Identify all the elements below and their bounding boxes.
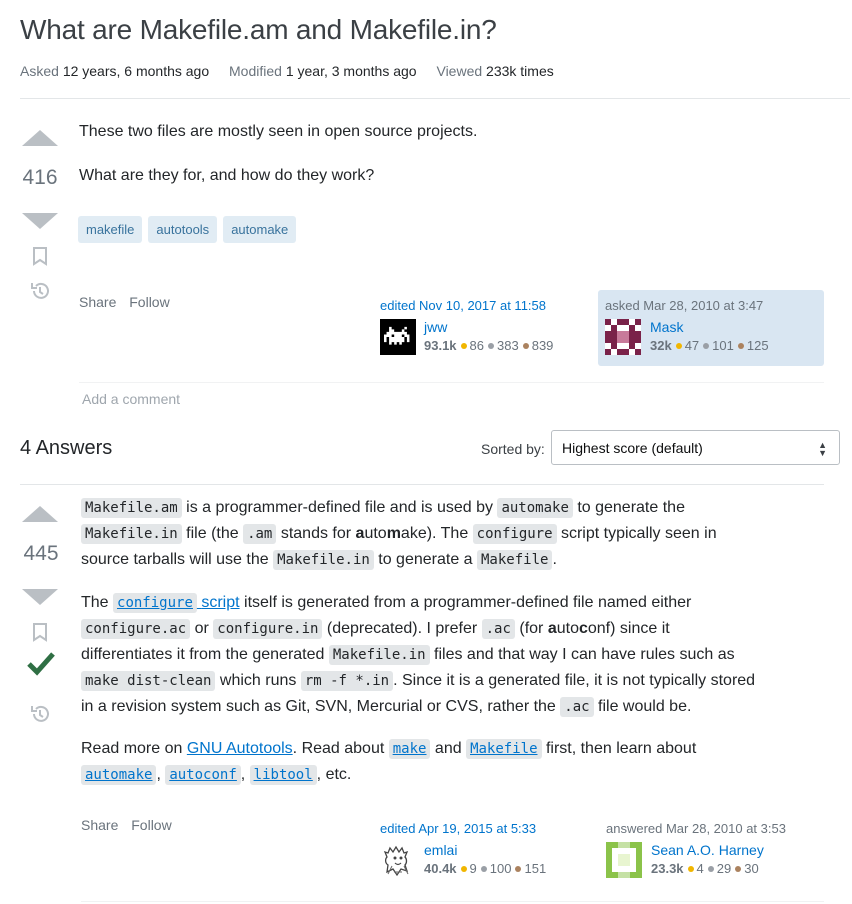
header-divider bbox=[20, 98, 850, 99]
viewed-label: Viewed bbox=[436, 63, 483, 79]
share-link[interactable]: Share bbox=[79, 294, 116, 310]
question-upvote-button[interactable] bbox=[22, 130, 58, 146]
bookmark-icon[interactable] bbox=[31, 246, 49, 271]
make-link[interactable]: make bbox=[388, 739, 431, 759]
tag-automake[interactable]: automake bbox=[223, 216, 297, 243]
owner-username[interactable]: Sean A.O. Harney bbox=[651, 842, 764, 858]
answer-owner-card: answered Mar 28, 2010 at 3:53 Sean A.O. … bbox=[606, 821, 826, 878]
editor-username[interactable]: jww bbox=[424, 319, 553, 335]
answer-comment-divider bbox=[81, 901, 824, 902]
user-avatar-emlai[interactable] bbox=[380, 842, 416, 878]
accepted-checkmark-icon bbox=[26, 650, 56, 683]
owner-reputation: 32k 47 101 125 bbox=[650, 338, 769, 353]
sort-label: Sorted by: bbox=[481, 441, 545, 457]
answer-upvote-button[interactable] bbox=[22, 506, 58, 522]
question-owner-card: asked Mar 28, 2010 at 3:47 Mask 32k 47 101… bbox=[598, 290, 824, 366]
makefile-link[interactable]: Makefile bbox=[466, 739, 542, 759]
viewed-value: 233k times bbox=[486, 63, 554, 79]
tag-makefile[interactable]: makefile bbox=[78, 216, 143, 243]
editor-reputation: 40.4k 9 100 151 bbox=[424, 861, 547, 876]
answer-editor-card: edited Apr 19, 2015 at 5:33 emlai 40.4k 9… bbox=[380, 821, 595, 878]
sort-select[interactable]: Highest score (default) ▲ ▼ bbox=[551, 430, 840, 465]
add-comment-link[interactable]: Add a comment bbox=[82, 391, 180, 407]
sort-select-value: Highest score (default) bbox=[562, 440, 703, 456]
asked-value: 12 years, 6 months ago bbox=[62, 63, 210, 79]
answer-post-menu: Share Follow bbox=[81, 817, 181, 833]
history-icon[interactable] bbox=[29, 703, 51, 730]
gnu-autotools-link[interactable]: GNU Autotools bbox=[187, 740, 293, 757]
user-avatar-sean[interactable] bbox=[606, 842, 642, 878]
question-body-p1: These two files are mostly seen in open … bbox=[79, 123, 478, 140]
comment-divider bbox=[79, 382, 824, 383]
answer-body-p1: Makefile.am is a programmer-defined file… bbox=[81, 498, 717, 570]
tag-autotools[interactable]: autotools bbox=[148, 216, 218, 243]
automake-link[interactable]: automake bbox=[81, 765, 157, 785]
modified-label: Modified bbox=[229, 63, 282, 79]
answers-divider bbox=[20, 484, 824, 485]
question-score: 416 bbox=[22, 166, 58, 189]
autoconf-link[interactable]: autoconf bbox=[165, 765, 241, 785]
libtool-link[interactable]: libtool bbox=[249, 765, 317, 785]
edited-timestamp[interactable]: edited Nov 10, 2017 at 11:58 bbox=[380, 298, 595, 313]
follow-link[interactable]: Follow bbox=[129, 294, 169, 310]
share-link[interactable]: Share bbox=[81, 817, 118, 833]
asked-timestamp[interactable]: asked Mar 28, 2010 at 3:47 bbox=[605, 298, 817, 313]
question-downvote-button[interactable] bbox=[22, 213, 58, 229]
question-post-menu: Share Follow bbox=[79, 294, 179, 310]
asked-label: Asked bbox=[20, 63, 59, 79]
owner-username[interactable]: Mask bbox=[650, 319, 769, 335]
user-avatar-jww[interactable] bbox=[380, 319, 416, 355]
editor-reputation: 93.1k 86 383 839 bbox=[424, 338, 554, 353]
editor-username[interactable]: emlai bbox=[424, 842, 546, 858]
select-arrows-icon: ▲ ▼ bbox=[818, 440, 827, 458]
answers-count-heading: 4 Answers bbox=[20, 437, 113, 459]
question-meta: Asked 12 years, 6 months ago Modified 1 … bbox=[20, 63, 570, 79]
answer-downvote-button[interactable] bbox=[22, 589, 58, 605]
history-icon[interactable] bbox=[29, 280, 51, 307]
bookmark-icon[interactable] bbox=[31, 622, 49, 647]
owner-reputation: 23.3k 4 29 30 bbox=[651, 861, 759, 876]
question-body-p2: What are they for, and how do they work? bbox=[79, 167, 375, 184]
question-title[interactable]: What are Makefile.am and Makefile.in? bbox=[20, 14, 497, 46]
answered-timestamp[interactable]: answered Mar 28, 2010 at 3:53 bbox=[606, 821, 826, 836]
answer-score: 445 bbox=[23, 542, 59, 565]
edited-timestamp[interactable]: edited Apr 19, 2015 at 5:33 bbox=[380, 821, 595, 836]
user-avatar-mask[interactable] bbox=[605, 319, 641, 355]
question-editor-card: edited Nov 10, 2017 at 11:58 jww 93.1k 86… bbox=[380, 298, 595, 355]
configure-script-link[interactable]: configure script bbox=[113, 593, 240, 613]
follow-link[interactable]: Follow bbox=[131, 817, 171, 833]
answer-body-p2: The configure script itself is generated… bbox=[81, 593, 756, 717]
answer-body-p3: Read more on GNU Autotools. Read about m… bbox=[81, 739, 697, 785]
question-tags: makefile autotools automake bbox=[78, 216, 297, 243]
modified-value[interactable]: 1 year, 3 months ago bbox=[286, 63, 417, 79]
